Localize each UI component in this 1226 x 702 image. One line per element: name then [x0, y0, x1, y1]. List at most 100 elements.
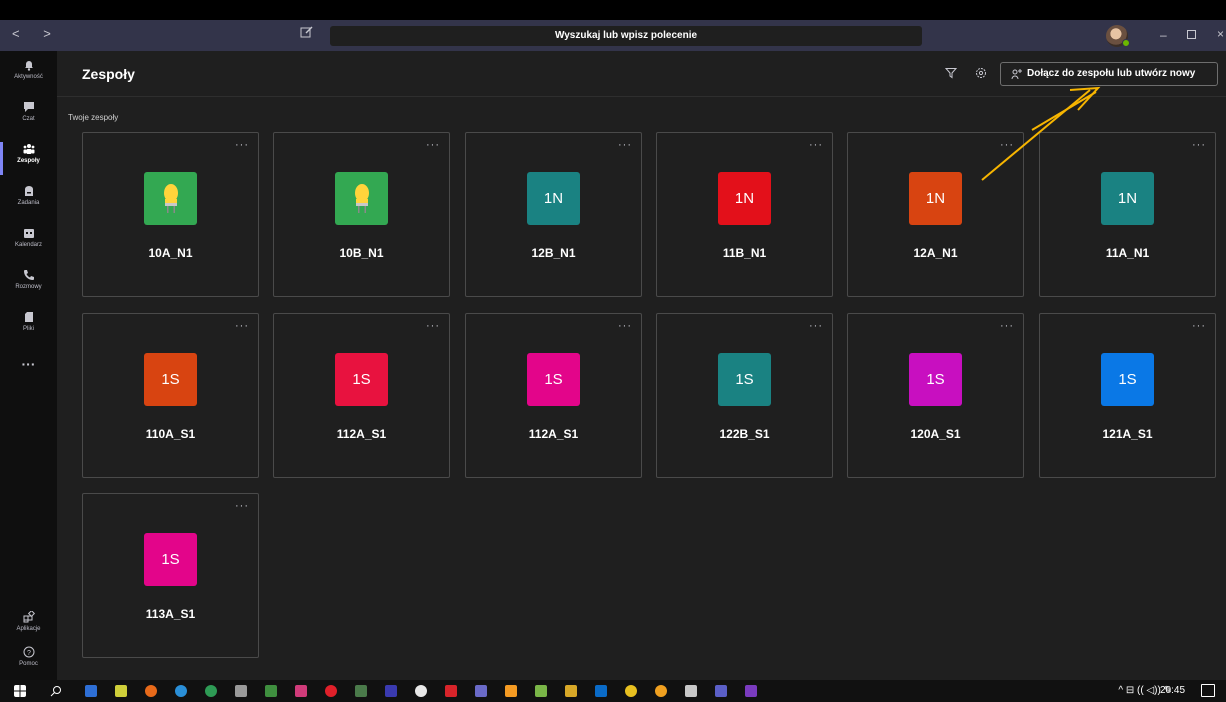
- filter-icon[interactable]: [945, 67, 957, 79]
- outlook-icon[interactable]: [595, 685, 607, 697]
- rail-item-files[interactable]: Pliki: [0, 311, 57, 332]
- team-logo: 1N: [718, 172, 771, 225]
- team-tile[interactable]: ··· 1N 11B_N1: [656, 132, 833, 297]
- team-more-options-button[interactable]: ···: [1000, 320, 1014, 332]
- team-more-options-button[interactable]: ···: [809, 320, 823, 332]
- join-button-label: Dołącz do zespołu lub utwórz nowy: [1027, 68, 1196, 79]
- add-team-icon: [1011, 69, 1022, 80]
- taskbar-app-icon[interactable]: [475, 685, 487, 697]
- gear-icon[interactable]: [975, 67, 987, 79]
- team-name: 120A_S1: [910, 427, 961, 441]
- team-more-options-button[interactable]: ···: [618, 320, 632, 332]
- taskbar-app-icon[interactable]: [385, 685, 397, 697]
- team-tile[interactable]: ··· 10B_N1: [273, 132, 450, 297]
- compose-icon[interactable]: [300, 25, 316, 41]
- taskbar-app-icon[interactable]: [445, 685, 457, 697]
- team-tile[interactable]: ··· 1S 121A_S1: [1039, 313, 1216, 478]
- rail-item-label: Aplikacje: [16, 626, 41, 632]
- team-more-options-button[interactable]: ···: [235, 320, 249, 332]
- taskbar-app-icon[interactable]: [535, 685, 547, 697]
- chrome-icon[interactable]: [415, 685, 427, 697]
- edge-icon[interactable]: [175, 685, 187, 697]
- rail-item-assignments[interactable]: Zadania: [0, 185, 57, 206]
- join-or-create-team-button[interactable]: Dołącz do zespołu lub utwórz nowy: [1000, 62, 1218, 86]
- team-tile[interactable]: ··· 1S 112A_S1: [465, 313, 642, 478]
- taskbar-app-icon[interactable]: [205, 685, 217, 697]
- notification-icon[interactable]: [1201, 684, 1215, 697]
- taskbar-app-icon[interactable]: [355, 685, 367, 697]
- team-tile[interactable]: ··· 1S 110A_S1: [82, 313, 259, 478]
- taskbar-app-icon[interactable]: [565, 685, 577, 697]
- team-logo: 1S: [335, 353, 388, 406]
- team-logo: 1N: [527, 172, 580, 225]
- taskbar-app-icon[interactable]: [295, 685, 307, 697]
- app-rail: Aktywność Czat Zespoły Zadania Kalendarz…: [0, 51, 57, 680]
- chat-icon: [23, 102, 34, 112]
- rail-item-help[interactable]: ? Pomoc: [0, 646, 57, 667]
- taskbar-app-icon[interactable]: [625, 685, 637, 697]
- rail-item-apps[interactable]: Aplikacje: [0, 611, 57, 632]
- rail-item-activity[interactable]: Aktywność: [0, 59, 57, 80]
- team-more-options-button[interactable]: ···: [235, 500, 249, 512]
- team-name: 113A_S1: [145, 607, 196, 621]
- page-header: Zespoły Dołącz do zespołu lub utwórz now…: [57, 51, 1226, 97]
- apps-icon: [23, 611, 35, 623]
- team-logo-text: 1S: [544, 371, 563, 388]
- team-more-options-button[interactable]: ···: [618, 139, 632, 151]
- onenote-icon[interactable]: [745, 685, 757, 697]
- firefox-icon[interactable]: [145, 685, 157, 697]
- rail-item-label: Pomoc: [19, 661, 38, 667]
- taskbar-app-icon[interactable]: [325, 685, 337, 697]
- team-more-options-button[interactable]: ···: [426, 320, 440, 332]
- team-more-options-button[interactable]: ···: [809, 139, 823, 151]
- minimize-button[interactable]: –: [1160, 28, 1167, 42]
- rail-item-label: Zespoły: [17, 158, 40, 164]
- more-apps-button[interactable]: ···: [0, 356, 57, 372]
- team-more-options-button[interactable]: ···: [1192, 320, 1206, 332]
- team-logo: 1S: [718, 353, 771, 406]
- calendar-icon: [23, 229, 34, 238]
- close-button[interactable]: ×: [1217, 27, 1224, 41]
- rail-item-label: Rozmowy: [15, 284, 42, 290]
- taskbar-app-icon[interactable]: [85, 685, 97, 697]
- maximize-button[interactable]: [1187, 30, 1196, 39]
- rail-item-teams[interactable]: Zespoły: [0, 143, 57, 164]
- team-tile[interactable]: ··· 1N 12A_N1: [847, 132, 1024, 297]
- team-tile[interactable]: ··· 1S 122B_S1: [656, 313, 833, 478]
- taskbar-app-icon[interactable]: [115, 685, 127, 697]
- rail-item-label: Aktywność: [14, 74, 43, 80]
- team-logo: 1S: [144, 353, 197, 406]
- team-more-options-button[interactable]: ···: [1000, 139, 1014, 151]
- team-tile[interactable]: ··· 1N 11A_N1: [1039, 132, 1216, 297]
- team-logo: 1S: [1101, 353, 1154, 406]
- team-tile[interactable]: ··· 1N 12B_N1: [465, 132, 642, 297]
- teams-taskbar-icon[interactable]: [715, 685, 727, 697]
- team-tile[interactable]: ··· 1S 113A_S1: [82, 493, 259, 658]
- taskbar-app-icon[interactable]: [685, 685, 697, 697]
- search-input[interactable]: Wyszukaj lub wpisz polecenie: [330, 26, 922, 46]
- taskbar-app-icon[interactable]: [235, 685, 247, 697]
- team-logo-text: 1N: [1117, 190, 1138, 207]
- team-name: 12B_N1: [531, 246, 576, 260]
- team-more-options-button[interactable]: ···: [1192, 139, 1206, 151]
- windows-start-icon[interactable]: [14, 685, 26, 697]
- rail-item-calendar[interactable]: Kalendarz: [0, 227, 57, 248]
- bell-icon: [24, 61, 33, 71]
- team-logo: [335, 172, 388, 225]
- team-more-options-button[interactable]: ···: [426, 139, 440, 151]
- nav-arrows[interactable]: < >: [12, 26, 61, 41]
- team-name: 10B_N1: [339, 246, 384, 260]
- rail-item-calls[interactable]: Rozmowy: [0, 269, 57, 290]
- taskbar-app-icon[interactable]: [505, 685, 517, 697]
- team-logo-text: 1N: [543, 190, 564, 207]
- clock[interactable]: 20:45: [1160, 685, 1185, 696]
- team-tile[interactable]: ··· 1S 120A_S1: [847, 313, 1024, 478]
- team-more-options-button[interactable]: ···: [235, 139, 249, 151]
- team-logo-text: 1N: [734, 190, 755, 207]
- team-tile[interactable]: ··· 10A_N1: [82, 132, 259, 297]
- taskbar-app-icon[interactable]: [655, 685, 667, 697]
- search-icon[interactable]: [50, 685, 62, 697]
- team-tile[interactable]: ··· 1S 112A_S1: [273, 313, 450, 478]
- taskbar-app-icon[interactable]: [265, 685, 277, 697]
- rail-item-chat[interactable]: Czat: [0, 101, 57, 122]
